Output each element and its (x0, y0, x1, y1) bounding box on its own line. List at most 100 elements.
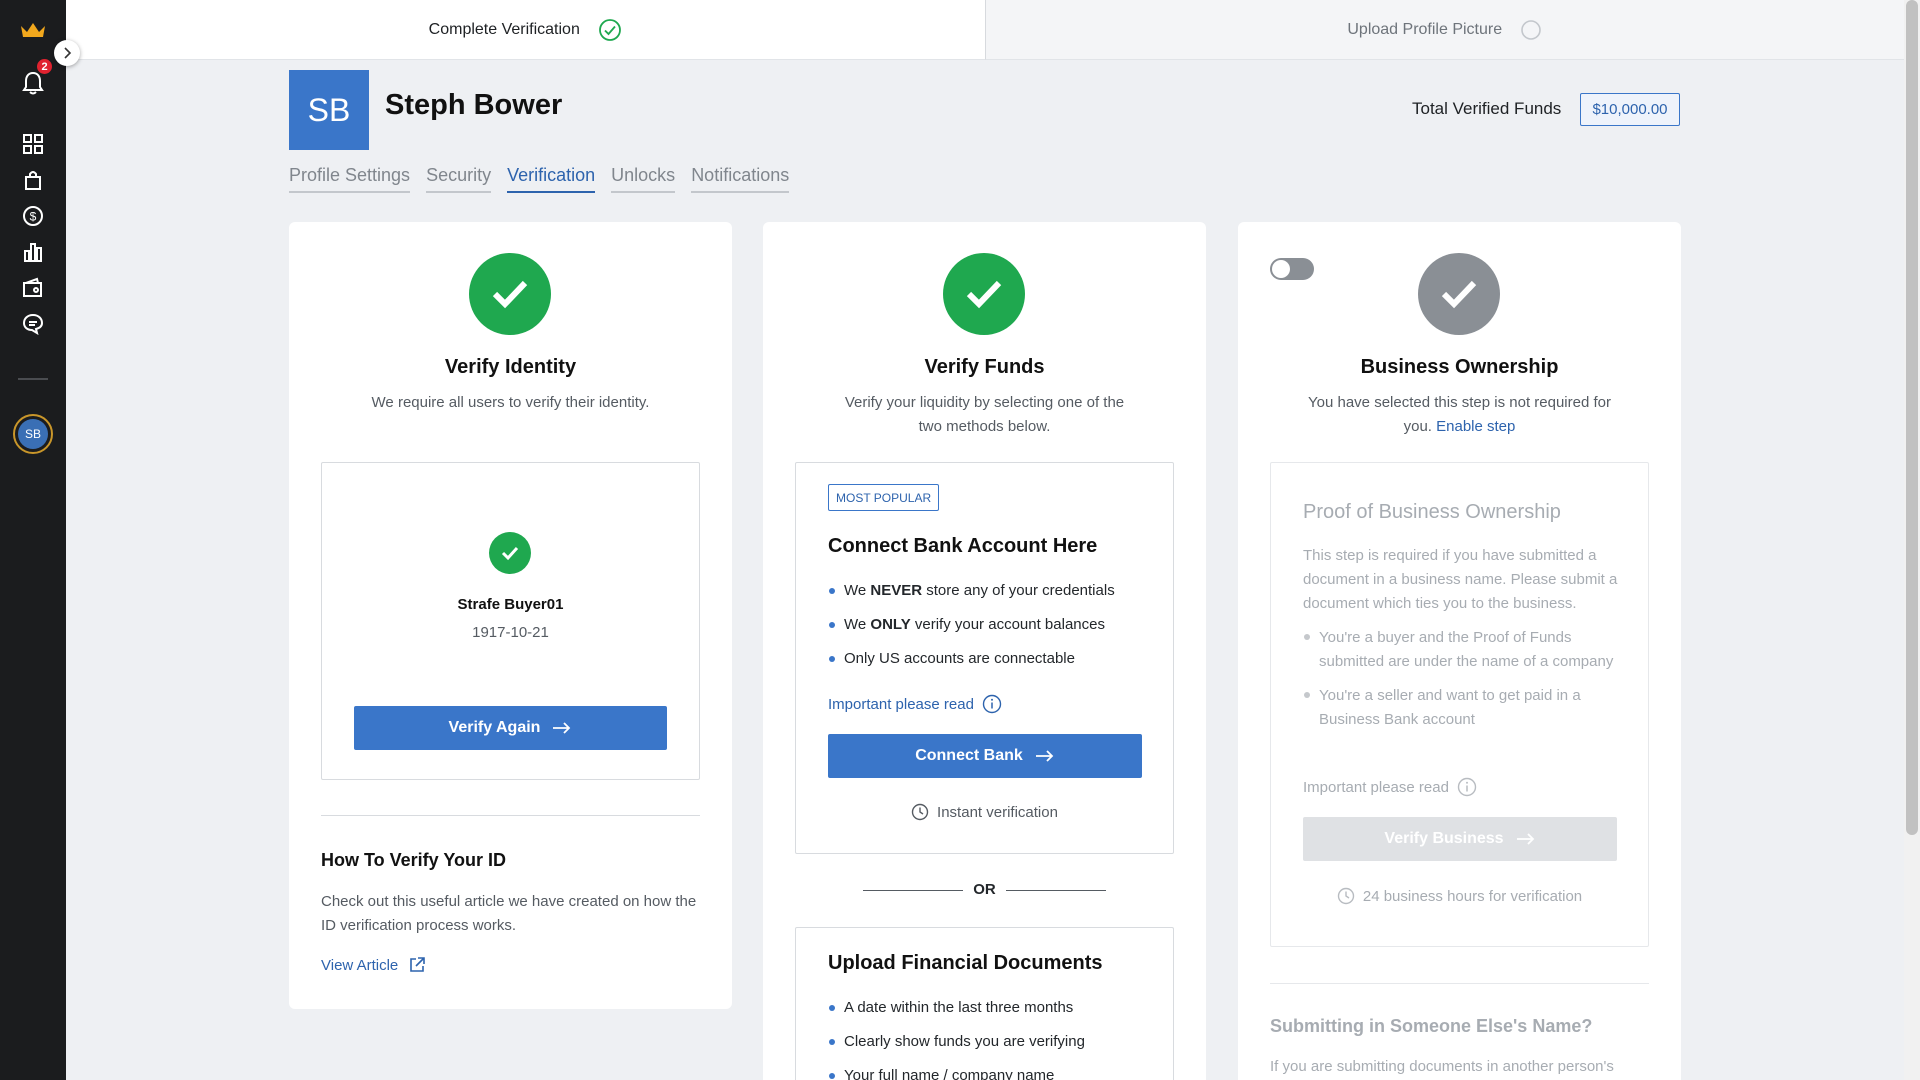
profile-name: Steph Bower (385, 89, 563, 121)
arrow-right-icon (1516, 833, 1534, 845)
connect-bank-box: MOST POPULAR Connect Bank Account Here W… (795, 462, 1174, 854)
total-verified-funds-value: $10,000.00 (1580, 93, 1680, 126)
clock-icon (1337, 887, 1355, 905)
verify-funds-card: Verify Funds Verify your liquidity by se… (763, 222, 1206, 1080)
documents-bullet-list: A date within the last three months Clea… (828, 997, 1085, 1080)
card-title: Verify Funds (924, 356, 1045, 378)
proof-of-ownership-box: Proof of Business Ownership This step is… (1270, 462, 1649, 947)
step-required-toggle[interactable] (1270, 258, 1314, 280)
button-label: Connect Bank (915, 747, 1023, 764)
onboarding-steps: Complete Verification Upload Profile Pic… (66, 0, 1904, 60)
tab-unlocks[interactable]: Unlocks (611, 165, 676, 193)
total-verified-funds-label: Total Verified Funds (1412, 99, 1562, 118)
arrow-right-icon (1035, 750, 1054, 762)
important-read-link[interactable]: Important please read (828, 694, 1002, 714)
proof-description: This step is required if you have submit… (1303, 547, 1618, 612)
card-description: We require all users to verify their ide… (371, 394, 650, 411)
upload-documents-box: Upload Financial Documents A date within… (795, 927, 1174, 1080)
list-item: You're a buyer and the Proof of Funds su… (1303, 626, 1623, 674)
profile-avatar: SB (289, 70, 369, 150)
enable-step-link[interactable]: Enable step (1436, 418, 1515, 435)
link-label: Important please read (828, 695, 974, 713)
card-description: Verify your liquidity by selecting one o… (844, 394, 1125, 435)
info-icon (1457, 777, 1477, 797)
verify-business-button: Verify Business (1303, 817, 1617, 861)
step-complete-verification[interactable]: Complete Verification (66, 0, 986, 60)
list-item: Only US accounts are connectable (828, 648, 1115, 669)
list-item: Your full name / company name (828, 1065, 1085, 1080)
important-read-link: Important please read (1303, 777, 1477, 797)
dollar-circle-icon[interactable]: $ (18, 201, 48, 231)
clock-icon (911, 803, 929, 821)
bank-bullet-list: We NEVER store any of your credentials W… (828, 580, 1115, 682)
check-icon (1418, 253, 1500, 335)
verified-date: 1917-10-21 (472, 624, 549, 641)
howto-description: Check out this useful article we have cr… (321, 893, 697, 934)
card-title: Business Ownership (1360, 356, 1559, 378)
profile-tabs: Profile Settings Security Verification U… (289, 165, 790, 193)
card-title: Verify Identity (444, 356, 577, 378)
identity-result-box: Strafe Buyer01 1917-10-21 Verify Again (321, 462, 700, 780)
arrow-right-icon (553, 722, 571, 734)
empty-circle-icon (1521, 19, 1541, 40)
section-divider (1270, 983, 1649, 984)
check-icon (489, 532, 531, 574)
crown-logo-icon[interactable] (18, 15, 48, 45)
tab-security[interactable]: Security (426, 165, 492, 193)
business-ownership-card: Business Ownership You have selected thi… (1238, 222, 1681, 1080)
proof-title: Proof of Business Ownership (1303, 501, 1561, 523)
tab-notifications[interactable]: Notifications (691, 165, 790, 193)
link-label: Important please read (1303, 778, 1449, 796)
list-item: You're a seller and want to get paid in … (1303, 684, 1623, 732)
check-icon (469, 253, 551, 335)
list-item: A date within the last three months (828, 997, 1085, 1018)
button-label: Verify Business (1384, 830, 1504, 847)
svg-text:$: $ (30, 210, 37, 224)
instant-verification-note: Instant verification (796, 803, 1173, 821)
verified-user-name: Strafe Buyer01 (457, 596, 564, 613)
info-icon (982, 694, 1002, 714)
proof-bullet-list: You're a buyer and the Proof of Funds su… (1303, 626, 1623, 745)
or-label: OR (973, 881, 996, 898)
upload-documents-title: Upload Financial Documents (828, 952, 1103, 974)
link-label: View Article (321, 956, 399, 974)
sidebar-divider (18, 378, 48, 380)
dashboard-grid-icon[interactable] (18, 129, 48, 159)
button-label: Verify Again (448, 719, 541, 736)
chat-icon[interactable] (18, 309, 48, 339)
list-item: Clearly show funds you are verifying (828, 1031, 1085, 1052)
list-item: We NEVER store any of your credentials (828, 580, 1115, 601)
notification-count-badge: 2 (36, 58, 53, 75)
bar-chart-icon[interactable] (18, 237, 48, 267)
external-link-icon (410, 957, 426, 972)
someone-else-title: Submitting in Someone Else's Name? (1270, 1016, 1593, 1036)
connect-bank-title: Connect Bank Account Here (828, 535, 1098, 557)
someone-else-description: If you are submitting documents in anoth… (1270, 1058, 1614, 1075)
shopping-bag-icon[interactable] (18, 165, 48, 195)
connect-bank-button[interactable]: Connect Bank (828, 734, 1142, 778)
scrollbar-thumb[interactable] (1906, 0, 1918, 835)
section-divider (321, 815, 700, 816)
verify-identity-card: Verify Identity We require all users to … (289, 222, 732, 1009)
sidebar-toggle-button[interactable] (54, 40, 80, 66)
tab-verification[interactable]: Verification (507, 165, 596, 193)
tab-profile-settings[interactable]: Profile Settings (289, 165, 411, 193)
check-circle-icon (598, 18, 621, 41)
verification-time-note: 24 business hours for verification (1271, 887, 1648, 905)
page-scrollbar[interactable] (1904, 0, 1920, 1080)
verify-again-button[interactable]: Verify Again (354, 706, 667, 750)
step-label: Upload Profile Picture (1347, 20, 1503, 38)
most-popular-badge: MOST POPULAR (828, 484, 940, 511)
or-divider-right (1006, 890, 1106, 891)
toggle-knob (1272, 260, 1290, 278)
card-description: You have selected this step is not requi… (1308, 394, 1611, 435)
howto-title: How To Verify Your ID (321, 850, 507, 870)
step-upload-profile-picture[interactable]: Upload Profile Picture (985, 0, 1904, 60)
wallet-icon[interactable] (18, 273, 48, 303)
list-item: We ONLY verify your account balances (828, 614, 1115, 635)
avatar-initials: SB (18, 419, 48, 449)
sidebar: 2 $ SB (0, 0, 66, 1080)
sidebar-avatar[interactable]: SB (13, 414, 53, 454)
step-label: Complete Verification (428, 20, 580, 38)
view-article-link[interactable]: View Article (321, 956, 426, 974)
